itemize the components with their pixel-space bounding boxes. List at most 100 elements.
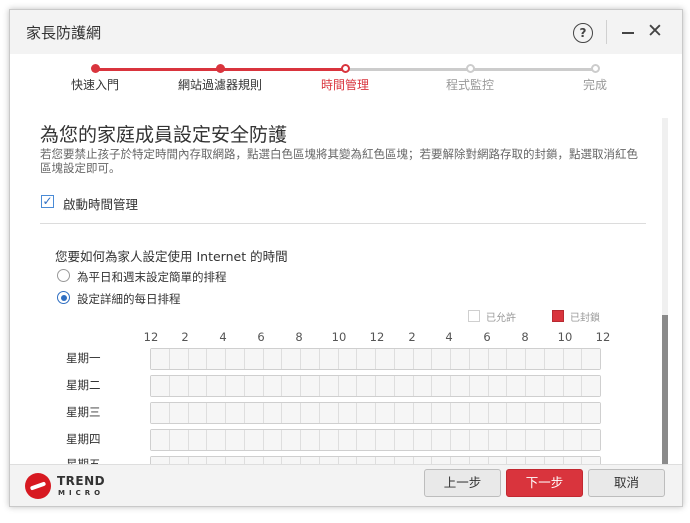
schedule-row-wednesday[interactable] (150, 402, 601, 424)
schedule-cell[interactable] (451, 403, 470, 423)
schedule-cell[interactable] (413, 457, 433, 464)
schedule-cell[interactable] (338, 430, 358, 450)
schedule-cell[interactable] (507, 430, 526, 450)
schedule-cell[interactable] (507, 403, 526, 423)
schedule-cell[interactable] (582, 430, 600, 450)
schedule-cell[interactable] (263, 457, 283, 464)
schedule-cell[interactable] (282, 457, 301, 464)
enable-time-management-label[interactable]: 啟動時間管理 (63, 194, 138, 213)
schedule-cell[interactable] (544, 403, 564, 423)
schedule-cell[interactable] (544, 349, 564, 369)
schedule-cell[interactable] (413, 430, 433, 450)
close-icon[interactable]: ✕ (647, 20, 663, 42)
schedule-cell[interactable] (188, 349, 208, 369)
schedule-cell[interactable] (451, 376, 470, 396)
schedule-cell[interactable] (338, 376, 358, 396)
schedule-cell[interactable] (488, 430, 508, 450)
minimize-icon[interactable] (622, 32, 634, 34)
schedule-cell[interactable] (169, 430, 189, 450)
schedule-cell[interactable] (319, 349, 339, 369)
schedule-cell[interactable] (151, 376, 170, 396)
help-icon[interactable]: ? (573, 23, 593, 43)
schedule-cell[interactable] (544, 376, 564, 396)
schedule-cell[interactable] (394, 403, 414, 423)
schedule-cell[interactable] (263, 403, 283, 423)
schedule-cell[interactable] (488, 403, 508, 423)
schedule-row-thursday[interactable] (150, 429, 601, 451)
schedule-cell[interactable] (432, 403, 451, 423)
schedule-cell[interactable] (432, 376, 451, 396)
schedule-cell[interactable] (469, 430, 489, 450)
schedule-cell[interactable] (488, 349, 508, 369)
schedule-cell[interactable] (432, 349, 451, 369)
schedule-cell[interactable] (338, 349, 358, 369)
schedule-cell[interactable] (526, 430, 545, 450)
schedule-cell[interactable] (169, 457, 189, 464)
schedule-cell[interactable] (338, 457, 358, 464)
schedule-cell[interactable] (526, 349, 545, 369)
schedule-cell[interactable] (357, 457, 376, 464)
schedule-cell[interactable] (207, 430, 226, 450)
schedule-cell[interactable] (469, 403, 489, 423)
schedule-cell[interactable] (244, 403, 264, 423)
schedule-cell[interactable] (226, 376, 245, 396)
schedule-cell[interactable] (507, 349, 526, 369)
schedule-cell[interactable] (526, 457, 545, 464)
schedule-cell[interactable] (226, 349, 245, 369)
schedule-cell[interactable] (413, 403, 433, 423)
simple-schedule-radio[interactable] (57, 269, 70, 282)
schedule-cell[interactable] (301, 349, 320, 369)
schedule-cell[interactable] (207, 349, 226, 369)
schedule-cell[interactable] (263, 376, 283, 396)
scrollbar-thumb[interactable] (662, 315, 668, 464)
schedule-cell[interactable] (582, 349, 600, 369)
schedule-cell[interactable] (376, 430, 395, 450)
schedule-cell[interactable] (526, 376, 545, 396)
schedule-cell[interactable] (376, 457, 395, 464)
schedule-cell[interactable] (319, 457, 339, 464)
schedule-cell[interactable] (207, 403, 226, 423)
schedule-cell[interactable] (488, 457, 508, 464)
schedule-cell[interactable] (244, 376, 264, 396)
schedule-cell[interactable] (301, 457, 320, 464)
schedule-cell[interactable] (319, 376, 339, 396)
schedule-cell[interactable] (282, 349, 301, 369)
schedule-cell[interactable] (582, 403, 600, 423)
schedule-cell[interactable] (188, 376, 208, 396)
schedule-cell[interactable] (582, 376, 600, 396)
schedule-cell[interactable] (488, 376, 508, 396)
schedule-cell[interactable] (188, 430, 208, 450)
schedule-cell[interactable] (507, 457, 526, 464)
schedule-row-friday[interactable] (150, 456, 601, 464)
schedule-cell[interactable] (432, 457, 451, 464)
schedule-cell[interactable] (301, 430, 320, 450)
schedule-cell[interactable] (282, 430, 301, 450)
schedule-cell[interactable] (432, 430, 451, 450)
schedule-cell[interactable] (188, 457, 208, 464)
schedule-cell[interactable] (188, 403, 208, 423)
schedule-cell[interactable] (151, 430, 170, 450)
schedule-cell[interactable] (263, 349, 283, 369)
schedule-cell[interactable] (207, 376, 226, 396)
schedule-cell[interactable] (563, 376, 583, 396)
schedule-cell[interactable] (169, 376, 189, 396)
schedule-cell[interactable] (282, 403, 301, 423)
simple-schedule-label[interactable]: 為平日和週末設定簡單的排程 (77, 269, 227, 285)
schedule-cell[interactable] (563, 349, 583, 369)
schedule-cell[interactable] (357, 430, 376, 450)
previous-button[interactable]: 上一步 (424, 469, 501, 497)
schedule-cell[interactable] (469, 457, 489, 464)
schedule-cell[interactable] (582, 457, 600, 464)
schedule-cell[interactable] (376, 403, 395, 423)
schedule-cell[interactable] (394, 430, 414, 450)
schedule-cell[interactable] (544, 457, 564, 464)
schedule-cell[interactable] (244, 430, 264, 450)
schedule-cell[interactable] (151, 403, 170, 423)
schedule-cell[interactable] (226, 430, 245, 450)
schedule-cell[interactable] (301, 376, 320, 396)
detailed-schedule-label[interactable]: 設定詳細的每日排程 (77, 291, 181, 307)
schedule-cell[interactable] (413, 376, 433, 396)
schedule-row-tuesday[interactable] (150, 375, 601, 397)
schedule-cell[interactable] (169, 403, 189, 423)
schedule-cell[interactable] (563, 457, 583, 464)
